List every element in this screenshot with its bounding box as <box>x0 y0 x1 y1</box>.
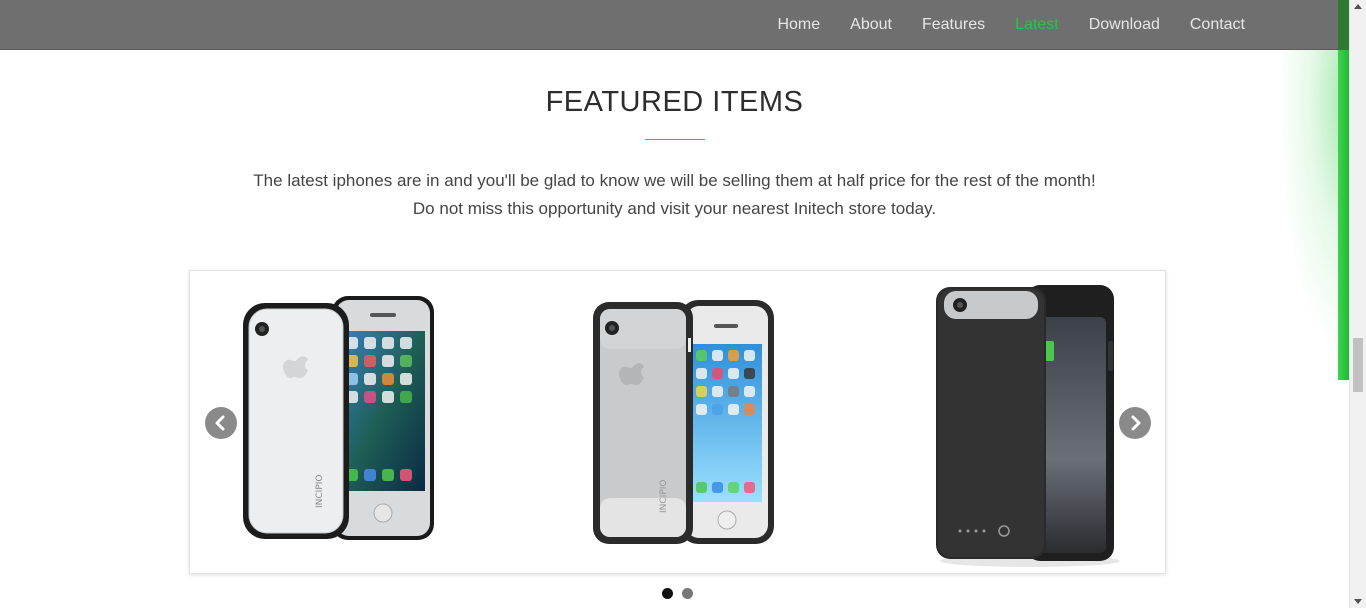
scroll-up-icon[interactable] <box>1354 4 1362 9</box>
product-image-clear-case[interactable]: INCIPIO <box>242 293 438 545</box>
carousel-next-button[interactable] <box>1119 407 1151 439</box>
carousel-dot-2[interactable] <box>682 588 693 599</box>
carousel-prev-button[interactable] <box>205 407 237 439</box>
carousel-dot-1[interactable] <box>662 588 673 599</box>
chevron-right-icon <box>1131 415 1141 431</box>
nav-item-download[interactable]: Download <box>1089 16 1160 34</box>
top-navbar: Home About Features Latest Download Cont… <box>0 0 1349 50</box>
svg-text:INCIPIO: INCIPIO <box>659 480 669 514</box>
carousel-pagination <box>662 588 702 599</box>
green-side-bar-top <box>1338 0 1349 50</box>
title-underline <box>645 139 705 140</box>
product-image-frosted-case[interactable]: INCIPIO <box>592 298 778 550</box>
svg-text:INCIPIO: INCIPIO <box>315 475 325 509</box>
green-side-bar <box>1338 0 1349 380</box>
nav-item-home[interactable]: Home <box>777 16 820 34</box>
nav-item-contact[interactable]: Contact <box>1190 16 1245 34</box>
nav-item-latest[interactable]: Latest <box>1015 16 1059 34</box>
product-image-battery-case[interactable] <box>930 281 1130 571</box>
nav-item-features[interactable]: Features <box>922 16 985 34</box>
section-title: FEATURED ITEMS <box>545 86 804 118</box>
section-intro: The latest iphones are in and you'll be … <box>0 167 1349 223</box>
chevron-left-icon <box>215 415 225 431</box>
intro-line-2: Do not miss this opportunity and visit y… <box>412 199 937 218</box>
page-scrollbar[interactable] <box>1349 0 1366 608</box>
scroll-down-icon[interactable] <box>1354 599 1362 604</box>
page: Home About Features Latest Download Cont… <box>0 0 1366 608</box>
nav-item-about[interactable]: About <box>850 16 892 34</box>
featured-carousel: INCIPIO INCIPIO <box>189 270 1166 574</box>
scrollbar-thumb[interactable] <box>1353 338 1363 392</box>
nav-menu: Home About Features Latest Download Cont… <box>747 0 1245 50</box>
intro-line-1: The latest iphones are in and you'll be … <box>253 171 1096 190</box>
